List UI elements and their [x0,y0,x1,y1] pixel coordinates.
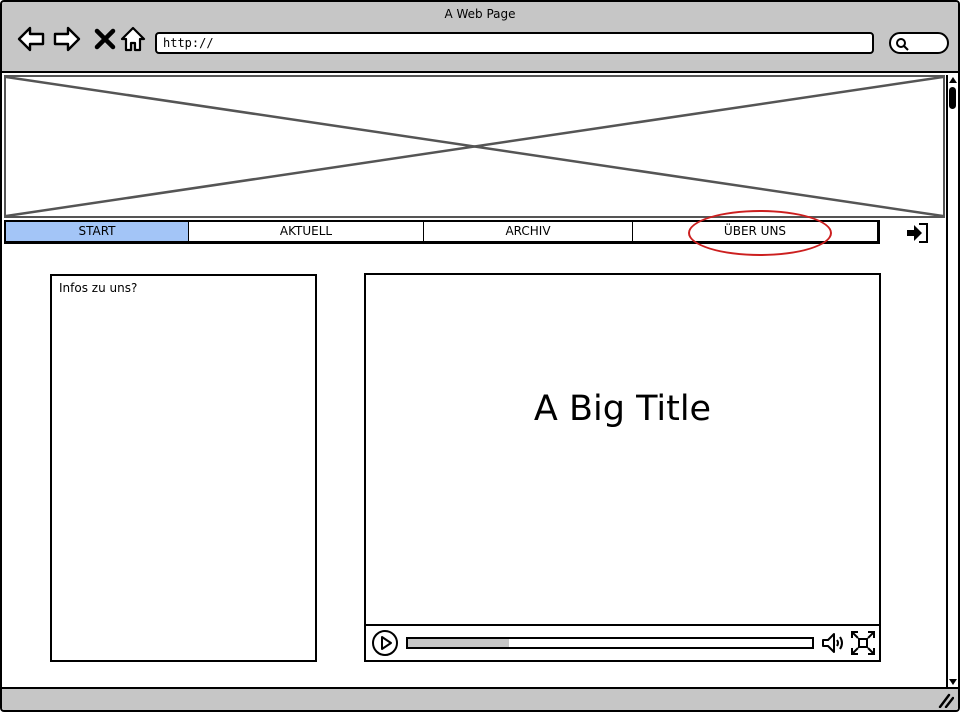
volume-icon[interactable] [820,630,846,656]
fullscreen-icon[interactable] [850,630,876,656]
forward-arrow-icon[interactable] [52,24,82,54]
home-icon[interactable] [118,24,148,54]
sign-in-icon[interactable] [905,222,929,244]
tab-start[interactable]: START [6,222,189,241]
video-player[interactable]: A Big Title [364,273,881,662]
tab-aktuell[interactable]: AKTUELL [189,222,424,241]
scroll-down-icon[interactable] [948,677,958,687]
video-controls [366,624,879,660]
window-title: A Web Page [444,7,516,21]
video-progress-bar[interactable] [406,637,814,649]
search-icon [896,38,909,51]
address-bar[interactable]: http:// [155,32,874,54]
back-arrow-icon[interactable] [16,24,46,54]
info-panel: Infos zu uns? [50,274,317,662]
info-text: Infos zu uns? [59,281,138,295]
tab-ueber-uns[interactable]: ÜBER UNS [633,222,877,241]
main-nav-tabs: START AKTUELL ARCHIV ÜBER UNS [4,220,880,244]
browser-toolbar: A Web Page http:// [2,2,958,73]
video-progress-fill [408,639,509,647]
status-bar [2,687,958,710]
browser-window: A Web Page http:// START AKTUELL ARCHIV … [0,0,960,712]
tab-archiv[interactable]: ARCHIV [424,222,633,241]
image-placeholder [4,75,945,218]
search-input[interactable] [889,32,949,54]
video-title: A Big Title [533,389,712,429]
play-icon[interactable] [371,629,399,657]
scroll-thumb[interactable] [949,87,956,109]
close-icon[interactable] [90,24,120,54]
scroll-up-icon[interactable] [948,75,958,85]
resize-grip-icon[interactable] [936,692,954,708]
vertical-scrollbar[interactable] [946,75,958,687]
